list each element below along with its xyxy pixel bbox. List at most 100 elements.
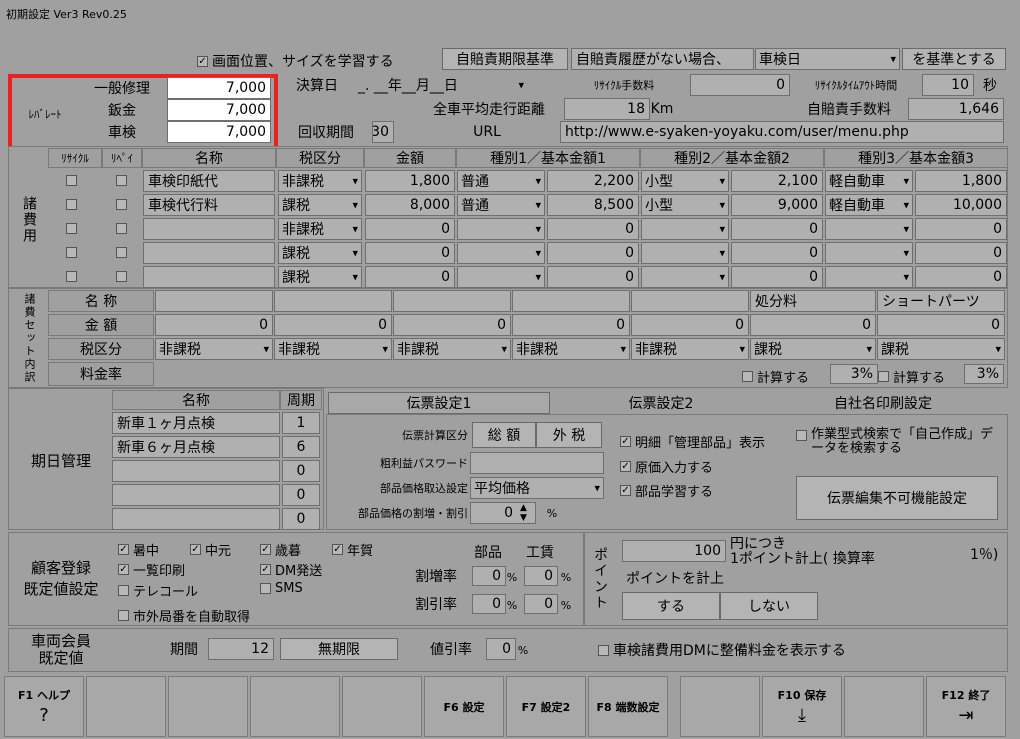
fee-type-select[interactable] (641, 242, 729, 264)
unlimited-button[interactable]: 無期限 (280, 638, 398, 660)
set-name-input[interactable] (274, 290, 392, 312)
tab-denpyo1[interactable]: 伝票設定1 (328, 392, 550, 414)
fee-tax-select[interactable]: 課税 (278, 266, 362, 288)
set-amount-input[interactable]: 0 (877, 314, 1005, 336)
list-print-checkbox[interactable]: ✓ 一覧印刷 (118, 560, 185, 579)
set-tax-select[interactable]: 非課税 (274, 338, 392, 360)
parts-learn-checkbox[interactable]: ✓ 部品学習する (620, 481, 713, 500)
fee-base-amount-input[interactable]: 0 (547, 242, 639, 264)
set-name-input[interactable] (393, 290, 511, 312)
jibai-history-select[interactable]: 自賠責履歴がない場合、 (571, 48, 754, 70)
fee-recycle-checkbox[interactable] (66, 247, 81, 258)
kijitsu-name-input[interactable] (112, 460, 280, 482)
set-rate2-input[interactable]: 3% (964, 364, 1004, 384)
fee-type-select[interactable]: 小型 (641, 170, 729, 192)
fee-type-select[interactable] (457, 266, 545, 288)
set-tax-select[interactable]: 非課税 (631, 338, 749, 360)
fee-name-input[interactable] (143, 218, 275, 240)
fee-amount-input[interactable]: 1,800 (365, 170, 455, 192)
fee-type-select[interactable] (825, 266, 913, 288)
discount-input[interactable]: 0 (486, 638, 516, 660)
fee-type-select[interactable]: 普通 (457, 194, 545, 216)
sms-checkbox[interactable]: SMS (260, 581, 303, 596)
fee-amount-input[interactable]: 0 (365, 242, 455, 264)
down-labor-input[interactable]: 0 (524, 594, 558, 614)
fee-tax-select[interactable]: 課税 (278, 194, 362, 216)
fee-base-amount-input[interactable]: 0 (731, 218, 823, 240)
fee-type-select[interactable] (457, 218, 545, 240)
set-calc2-checkbox[interactable]: 計算する (878, 367, 945, 386)
set-amount-input[interactable]: 0 (750, 314, 876, 336)
telecall-checkbox[interactable]: テレコール (118, 581, 198, 600)
labor-sheet-input[interactable]: 7,000 (167, 99, 271, 121)
fee-recycle-checkbox[interactable] (66, 223, 81, 234)
dm-seibi-checkbox[interactable]: 車検諸費用DMに整備料金を表示する (598, 640, 846, 660)
fee-base-amount-input[interactable]: 0 (547, 266, 639, 288)
fee-base-amount-input[interactable]: 1,800 (915, 170, 1007, 192)
fkey-button-7[interactable]: F7 設定2 (506, 676, 586, 737)
point-yes-button[interactable]: する (622, 592, 720, 620)
fee-base-amount-input[interactable]: 8,500 (547, 194, 639, 216)
fkey-button-3[interactable] (168, 676, 248, 737)
fkey-button-4[interactable] (250, 676, 340, 737)
fee-base-amount-input[interactable]: 0 (915, 218, 1007, 240)
up-labor-input[interactable]: 0 (524, 566, 558, 586)
password-input[interactable] (470, 452, 604, 474)
set-tax-select[interactable]: 非課税 (393, 338, 511, 360)
fee-amount-input[interactable]: 8,000 (365, 194, 455, 216)
nenga-checkbox[interactable]: ✓ 年賀 (332, 540, 373, 559)
fee-repair-checkbox[interactable] (116, 271, 131, 282)
meisai-checkbox[interactable]: ✓ 明細「管理部品」表示 (620, 432, 765, 451)
fee-type-select[interactable]: 軽自動車 (825, 170, 913, 192)
set-amount-input[interactable]: 0 (631, 314, 749, 336)
fee-base-amount-input[interactable]: 10,000 (915, 194, 1007, 216)
parts-price-select[interactable]: 平均価格 (470, 477, 604, 499)
set-name-input[interactable] (631, 290, 749, 312)
fee-base-amount-input[interactable]: 0 (731, 242, 823, 264)
point-no-button[interactable]: しない (720, 592, 818, 620)
fee-type-select[interactable] (641, 266, 729, 288)
recycle-fee-input[interactable]: 0 (690, 74, 790, 96)
fee-base-amount-input[interactable]: 2,200 (547, 170, 639, 192)
chugen-checkbox[interactable]: ✓ 中元 (190, 540, 231, 559)
fkey-button-6[interactable]: F6 設定 (424, 676, 504, 737)
kijitsu-cycle-input[interactable]: 0 (282, 484, 320, 506)
fee-base-amount-input[interactable]: 9,000 (731, 194, 823, 216)
fee-type-select[interactable]: 普通 (457, 170, 545, 192)
set-tax-select[interactable]: 課税 (877, 338, 1005, 360)
seibo-checkbox[interactable]: ✓ 歳暮 (260, 540, 301, 559)
fkey-button-1[interactable]: F1 ヘルプ? (4, 676, 84, 737)
fkey-button-5[interactable] (342, 676, 422, 737)
set-name-input[interactable] (512, 290, 630, 312)
edit-lock-button[interactable]: 伝票編集不可機能設定 (796, 476, 998, 520)
set-tax-select[interactable]: 非課税 (512, 338, 630, 360)
kaishu-input[interactable]: 30 (372, 121, 394, 143)
jibai-fee-input[interactable]: 1,646 (908, 98, 1004, 120)
calc-total-button[interactable]: 総 額 (472, 422, 536, 448)
fee-base-amount-input[interactable]: 0 (915, 266, 1007, 288)
genka-checkbox[interactable]: ✓ 原価入力する (620, 457, 713, 476)
up-parts-input[interactable]: 0 (472, 566, 506, 586)
mileage-input[interactable]: 18 (564, 98, 650, 120)
fee-name-input[interactable] (143, 266, 275, 288)
fee-recycle-checkbox[interactable] (66, 271, 81, 282)
fee-name-input[interactable]: 車検代行料 (143, 194, 275, 216)
fee-type-select[interactable]: 小型 (641, 194, 729, 216)
down-parts-input[interactable]: 0 (472, 594, 506, 614)
labor-general-input[interactable]: 7,000 (167, 77, 271, 99)
fee-base-amount-input[interactable]: 0 (731, 266, 823, 288)
fee-repair-checkbox[interactable] (116, 175, 131, 186)
fee-amount-input[interactable]: 0 (365, 266, 455, 288)
kijitsu-name-input[interactable]: 新車６ヶ月点検 (112, 436, 280, 458)
kessan-date-select[interactable]: _. __年__月__日 (355, 74, 527, 96)
fkey-button-2[interactable] (86, 676, 166, 737)
url-input[interactable]: http://www.e-syaken-yoyaku.com/user/menu… (560, 121, 1004, 143)
fee-repair-checkbox[interactable] (116, 223, 131, 234)
fee-name-input[interactable]: 車検印紙代 (143, 170, 275, 192)
set-calc1-checkbox[interactable]: 計算する (742, 367, 809, 386)
kijitsu-cycle-input[interactable]: 6 (282, 436, 320, 458)
area-code-checkbox[interactable]: 市外局番を自動取得 (118, 606, 250, 625)
fee-recycle-checkbox[interactable] (66, 175, 81, 186)
set-name-input[interactable]: 処分料 (750, 290, 876, 312)
kijitsu-cycle-input[interactable]: 0 (282, 460, 320, 482)
